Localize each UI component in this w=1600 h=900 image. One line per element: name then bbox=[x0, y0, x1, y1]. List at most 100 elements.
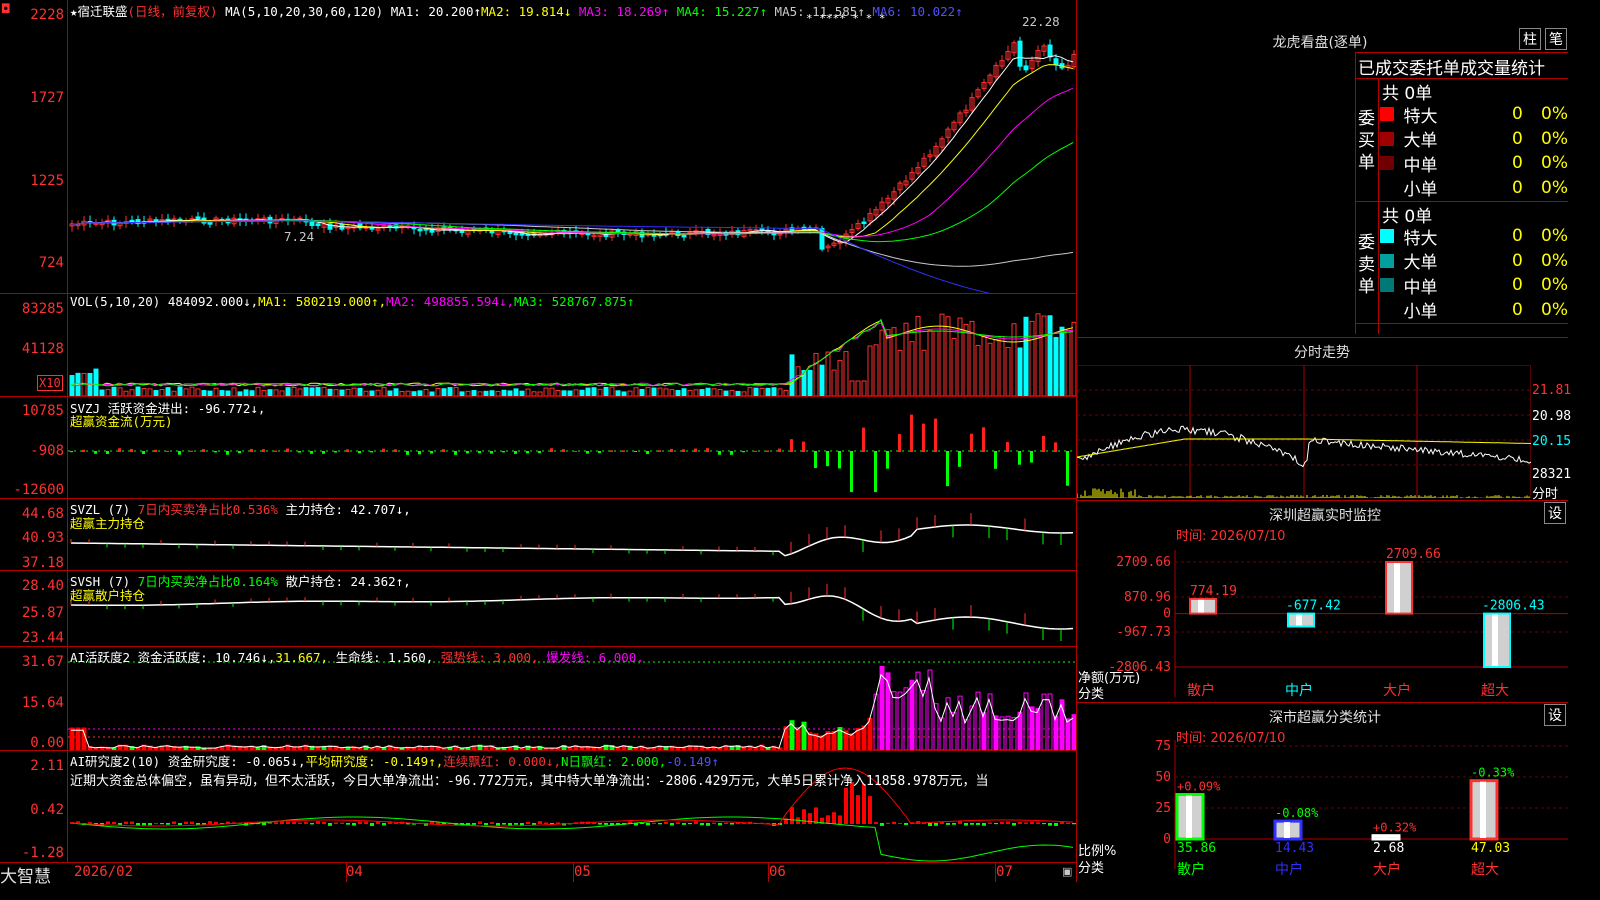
classify-chart[interactable]: 75 50 25 0 +0.09% 35.86 散户 -0.08% 14.43 中户 +0.32% 2… bbox=[1077, 740, 1568, 882]
ai-research-bar bbox=[688, 823, 692, 825]
volume-bar bbox=[825, 351, 831, 396]
vol-ma1: MA1: 580219.000↑, bbox=[258, 294, 387, 309]
ai-research-bar bbox=[1024, 822, 1028, 824]
ai-active-bar bbox=[819, 735, 825, 750]
ai-active-bar bbox=[69, 727, 75, 750]
ai-research-bar bbox=[1042, 823, 1046, 825]
ai-research-bar bbox=[1036, 822, 1040, 824]
volume-chart[interactable] bbox=[68, 294, 1076, 396]
ai-research-bar bbox=[880, 823, 884, 826]
ai-research-bar bbox=[856, 795, 860, 824]
volume-bar bbox=[381, 387, 387, 396]
vol-value: 484092.000↓, bbox=[167, 294, 259, 309]
volume-bar bbox=[1071, 321, 1076, 396]
volume-bar bbox=[729, 389, 735, 396]
ai-active-bar bbox=[879, 665, 885, 750]
ai-active-bar bbox=[81, 727, 87, 750]
volume-bar bbox=[393, 388, 399, 396]
ai-research-bar bbox=[604, 823, 608, 825]
svzj-bar bbox=[550, 448, 553, 452]
svzj-bar bbox=[382, 448, 385, 452]
ai-research-bar bbox=[664, 821, 668, 824]
svzj-bar bbox=[910, 414, 913, 452]
sell-orders-label: 委卖单 bbox=[1358, 233, 1375, 297]
ai-research-bar bbox=[172, 821, 176, 824]
volume-bar bbox=[555, 390, 561, 396]
lock-icon[interactable]: ▣ bbox=[1062, 865, 1072, 878]
svzj-bar bbox=[478, 451, 481, 454]
volume-bar bbox=[999, 336, 1005, 396]
svzj-bar bbox=[634, 451, 637, 453]
ai-active-bar bbox=[1041, 693, 1047, 750]
svzj-bar bbox=[574, 450, 577, 452]
monitor-bar-highlight bbox=[1394, 563, 1400, 613]
monitor-chart[interactable]: 2709.66 870.96 0 -967.73 -2806.43 774.19 散户 -67… bbox=[1077, 540, 1568, 700]
ai-research-bar bbox=[670, 823, 674, 826]
volume-bar bbox=[279, 390, 285, 396]
ai-research-val1: 资金研究度: -0.065↓, bbox=[167, 754, 306, 769]
volume-bar bbox=[171, 390, 177, 396]
volume-bar bbox=[663, 388, 669, 396]
ma6-value: MA6: 10.022↑ bbox=[872, 4, 963, 19]
svzj-y-label-1: 10785 bbox=[21, 403, 64, 419]
volume-bar bbox=[273, 389, 279, 396]
ai-research-val3: 连续飘红: 0.000↓, bbox=[443, 754, 561, 769]
classify-settings-button[interactable]: 设 bbox=[1544, 704, 1566, 726]
volume-bar bbox=[549, 387, 555, 396]
svzj-bar bbox=[214, 451, 217, 453]
volume-bar bbox=[903, 322, 909, 396]
volume-bar bbox=[255, 386, 261, 396]
ai-active-bar bbox=[951, 712, 957, 750]
volume-bar bbox=[855, 380, 861, 396]
monitor-settings-button[interactable]: 设 bbox=[1544, 502, 1566, 524]
volume-bar bbox=[693, 389, 699, 396]
volume-bar bbox=[93, 368, 99, 396]
buy-order-row: 特大 0 0% bbox=[1380, 102, 1568, 127]
volume-bar bbox=[267, 389, 273, 396]
volume-bar bbox=[657, 387, 663, 396]
moving-average-line bbox=[70, 220, 1074, 267]
volume-bar bbox=[819, 364, 825, 396]
tick-view-button[interactable]: 笔 bbox=[1545, 28, 1567, 50]
buy-order-swatch bbox=[1380, 107, 1394, 121]
volume-bar bbox=[1035, 313, 1041, 396]
svsh-y-label-3: 23.44 bbox=[21, 630, 64, 646]
svzj-bar bbox=[658, 450, 661, 452]
ai-active-bar bbox=[897, 691, 903, 750]
candle-body bbox=[315, 223, 321, 227]
ai-research-bar bbox=[502, 823, 506, 825]
svzj-bar bbox=[898, 434, 901, 452]
volume-bar bbox=[315, 387, 321, 396]
svzj-bar bbox=[838, 451, 841, 469]
stock-title[interactable]: ★宿迁联盛 bbox=[70, 4, 128, 19]
ai-active-bar bbox=[825, 731, 831, 750]
ai-research-y-label-2: 0.42 bbox=[30, 802, 64, 818]
svsh-value: 散户持仓: 24.362↑, bbox=[285, 574, 411, 589]
buy-order-row: 中单 0 0% bbox=[1380, 151, 1568, 176]
ai-research-bar bbox=[274, 822, 278, 824]
volume-bar bbox=[525, 388, 531, 396]
price-chart[interactable] bbox=[68, 0, 1076, 293]
svzj-bar bbox=[526, 451, 529, 454]
svzj-bar bbox=[730, 451, 733, 455]
classify-bar-highlight bbox=[1186, 795, 1192, 838]
moving-average-line bbox=[70, 87, 1074, 237]
volume-bar bbox=[453, 386, 459, 396]
period-label: (日线，前复权) bbox=[127, 4, 218, 19]
volume-bar bbox=[933, 330, 939, 396]
svzj-bar bbox=[610, 450, 613, 452]
ai-research-bar bbox=[598, 823, 602, 825]
buy-order-count: 0 bbox=[1511, 104, 1523, 124]
volume-bar bbox=[609, 386, 615, 396]
volume-bar bbox=[261, 390, 267, 396]
ai-research-bar bbox=[316, 821, 320, 824]
bar-view-button[interactable]: 柱 bbox=[1519, 28, 1541, 50]
ai-research-bar bbox=[1054, 823, 1058, 826]
intraday-chart[interactable] bbox=[1077, 365, 1531, 498]
svzl-y-label-3: 37.18 bbox=[21, 555, 64, 571]
svzj-bar bbox=[1066, 451, 1069, 486]
ai-active-bar bbox=[993, 715, 999, 750]
volume-bar bbox=[585, 387, 591, 396]
ai-research-bar bbox=[658, 823, 662, 825]
ai-research-bar bbox=[682, 823, 686, 825]
